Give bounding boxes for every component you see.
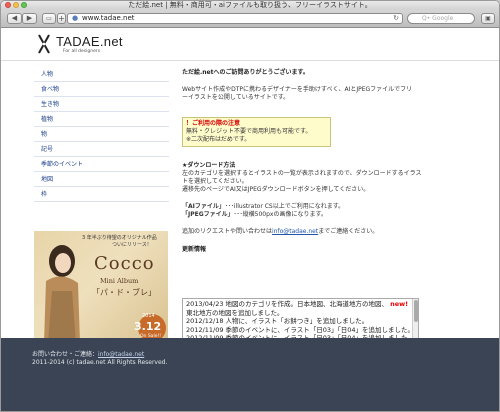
site-header: TADAE.net For all designers bbox=[1, 29, 499, 61]
update-item: 2012/11/09 季節のイベントに、イラスト「日03」「日04」を追加しまし… bbox=[186, 325, 414, 334]
updates-list: 2013/04/23 地図のカテゴリを作成。日本地図、北海道地方の地図、 new… bbox=[183, 299, 418, 344]
back-icon: ◀ bbox=[11, 14, 18, 22]
globe-icon: ● bbox=[72, 14, 79, 22]
sidebar-item-people[interactable]: 人物 bbox=[34, 67, 169, 82]
logo-tagline: For all designers bbox=[63, 49, 101, 54]
download-instructions-2: 遷移先のページでAI又はJPEGダウンロードボタンを押してください。 bbox=[182, 186, 370, 193]
update-item-cont: 東北地方の地図を追加しました。 bbox=[186, 308, 284, 317]
sidebar-item-frames[interactable]: 枠 bbox=[34, 187, 169, 202]
title-bar: ただ絵.net | 無料・商用可・aiファイルも取り扱う、フリーイラストサイト。 bbox=[1, 1, 499, 10]
browser-toolbar: ◀ ▶ ▭ + ● www.tadae.net ↻ Q• Google ▣ bbox=[1, 10, 499, 28]
new-tab-button[interactable]: + bbox=[57, 13, 66, 24]
scrollbar-thumb[interactable] bbox=[414, 300, 418, 322]
request-text-end: までご連絡ください。 bbox=[318, 228, 379, 235]
request-email-link[interactable]: info@tadae.net bbox=[272, 228, 318, 235]
notice-line-1: 無料・クレジット不要で商用利用も可能です。 bbox=[186, 128, 312, 135]
monitor-icon: ▭ bbox=[46, 15, 52, 22]
request-row: 追加のリクエストや問い合わせはinfo@tadae.netまでご連絡ください。 bbox=[182, 228, 422, 236]
welcome-heading: ただ絵.netへのご訪問ありがとうございます。 bbox=[182, 69, 309, 76]
address-bar[interactable]: ● www.tadae.net ↻ bbox=[67, 13, 403, 24]
update-item: 2013/04/23 地図のカテゴリを作成。日本地図、北海道地方の地図、 new… bbox=[186, 300, 415, 309]
banner-tagline-1: 3 年半ぶり待望のオリジナル作品 bbox=[82, 235, 157, 241]
notice-title: ！ご利用の際の注意 bbox=[186, 120, 241, 127]
plus-icon: + bbox=[58, 14, 65, 23]
ai-file-label: 「AIファイル」 bbox=[182, 203, 225, 210]
logo-text: TADAE.net bbox=[56, 34, 123, 49]
reader-button[interactable]: ▣ bbox=[481, 13, 495, 24]
web-page: TADAE.net For all designers 人物 食べ物 生き物 植… bbox=[1, 29, 499, 411]
download-instructions: 左のカテゴリを選択するとイラストの一覧が表示されますので、ダウンロードするイラス… bbox=[182, 170, 422, 185]
ai-file-desc: ･･･illustrator CS以上でご利用になれます。 bbox=[224, 203, 345, 210]
download-section: ★ダウンロード方法 左のカテゴリを選択するとイラストの一覧が表示されますので、ダ… bbox=[182, 162, 422, 254]
sidebar-item-creatures[interactable]: 生き物 bbox=[34, 97, 169, 112]
share-button[interactable]: ▭ bbox=[42, 13, 56, 24]
footer-contact: お問い合わせ・ご連絡：info@tadae.net bbox=[32, 351, 499, 359]
sidebar-item-plants[interactable]: 植物 bbox=[34, 112, 169, 127]
ai-file-row: 「AIファイル」･･･illustrator CS以上でご利用になれます。 bbox=[182, 203, 422, 211]
request-text: 追加のリクエストや問い合わせは bbox=[182, 228, 273, 235]
back-button[interactable]: ◀ bbox=[7, 13, 22, 24]
browser-window: ただ絵.net | 無料・商用可・aiファイルも取り扱う、フリーイラストサイト。… bbox=[0, 0, 500, 412]
download-heading: ★ダウンロード方法 bbox=[182, 162, 236, 169]
window-title: ただ絵.net | 無料・商用可・aiファイルも取り扱う、フリーイラストサイト。 bbox=[128, 1, 372, 9]
reader-icon: ▣ bbox=[485, 15, 491, 22]
footer-email-link[interactable]: info@tadae.net bbox=[98, 351, 144, 358]
notice-line-2: ※二次配布はだめです。 bbox=[186, 136, 251, 143]
search-placeholder: Q• Google bbox=[422, 15, 454, 22]
footer-contact-label: お問い合わせ・ご連絡： bbox=[32, 351, 99, 358]
category-sidebar: 人物 食べ物 生き物 植物 物 記号 季節のイベント 地図 枠 bbox=[34, 67, 169, 202]
sidebar-item-objects[interactable]: 物 bbox=[34, 127, 169, 142]
advertisement-banner[interactable]: 3 年半ぶり待望のオリジナル作品 ついにリリース！ Cocco Mini Alb… bbox=[34, 231, 168, 347]
sidebar-item-food[interactable]: 食べ物 bbox=[34, 82, 169, 97]
banner-brand: Cocco bbox=[94, 253, 155, 274]
sidebar-item-maps[interactable]: 地図 bbox=[34, 172, 169, 187]
jpeg-file-row: 「JPEGファイル」･･･縦横500pxの画像になります。 bbox=[182, 211, 422, 219]
forward-icon: ▶ bbox=[26, 14, 33, 22]
address-text: www.tadae.net bbox=[82, 14, 135, 22]
jpeg-file-label: 「JPEGファイル」 bbox=[182, 211, 234, 218]
search-field[interactable]: Q• Google bbox=[407, 13, 475, 24]
new-badge: new! bbox=[390, 300, 409, 308]
forward-button[interactable]: ▶ bbox=[22, 13, 37, 24]
sidebar-item-symbols[interactable]: 記号 bbox=[34, 142, 169, 157]
banner-year: 2014 bbox=[142, 313, 155, 319]
banner-date: 3.12 bbox=[134, 320, 162, 333]
jpeg-file-desc: ･･･縦横500pxの画像になります。 bbox=[233, 211, 327, 218]
scissors-pen-icon bbox=[38, 34, 50, 54]
sidebar-item-seasonal-events[interactable]: 季節のイベント bbox=[34, 157, 169, 172]
update-item: 2012/12/18 人物に、イラスト「お餅つき」を追加しました。 bbox=[186, 317, 369, 325]
banner-tagline-2: ついにリリース！ bbox=[112, 242, 152, 248]
updates-heading: 更新情報 bbox=[182, 246, 207, 253]
update-text: 2013/04/23 地図のカテゴリを作成。日本地図、北海道地方の地図、 bbox=[186, 300, 389, 308]
site-footer: お問い合わせ・ご連絡：info@tadae.net 2011-2014 (c) … bbox=[1, 338, 499, 411]
main-content: ただ絵.netへのご訪問ありがとうございます。 Webサイト作成やDTPに携わる… bbox=[182, 69, 422, 102]
banner-album-label: Mini Album bbox=[100, 277, 139, 285]
footer-copyright: 2011-2014 (c) tadae.net All Rights Reser… bbox=[32, 359, 168, 366]
banner-album-title: 「パ・ド・ブレ」 bbox=[92, 288, 156, 297]
reload-icon[interactable]: ↻ bbox=[393, 14, 399, 23]
usage-notice-box: ！ご利用の際の注意 無料・クレジット不要で商用利用も可能です。 ※二次配布はだめ… bbox=[182, 117, 331, 147]
site-intro: Webサイト作成やDTPに携わるデザイナーを手助けすべく、AIとJPEGファイル… bbox=[182, 86, 413, 101]
